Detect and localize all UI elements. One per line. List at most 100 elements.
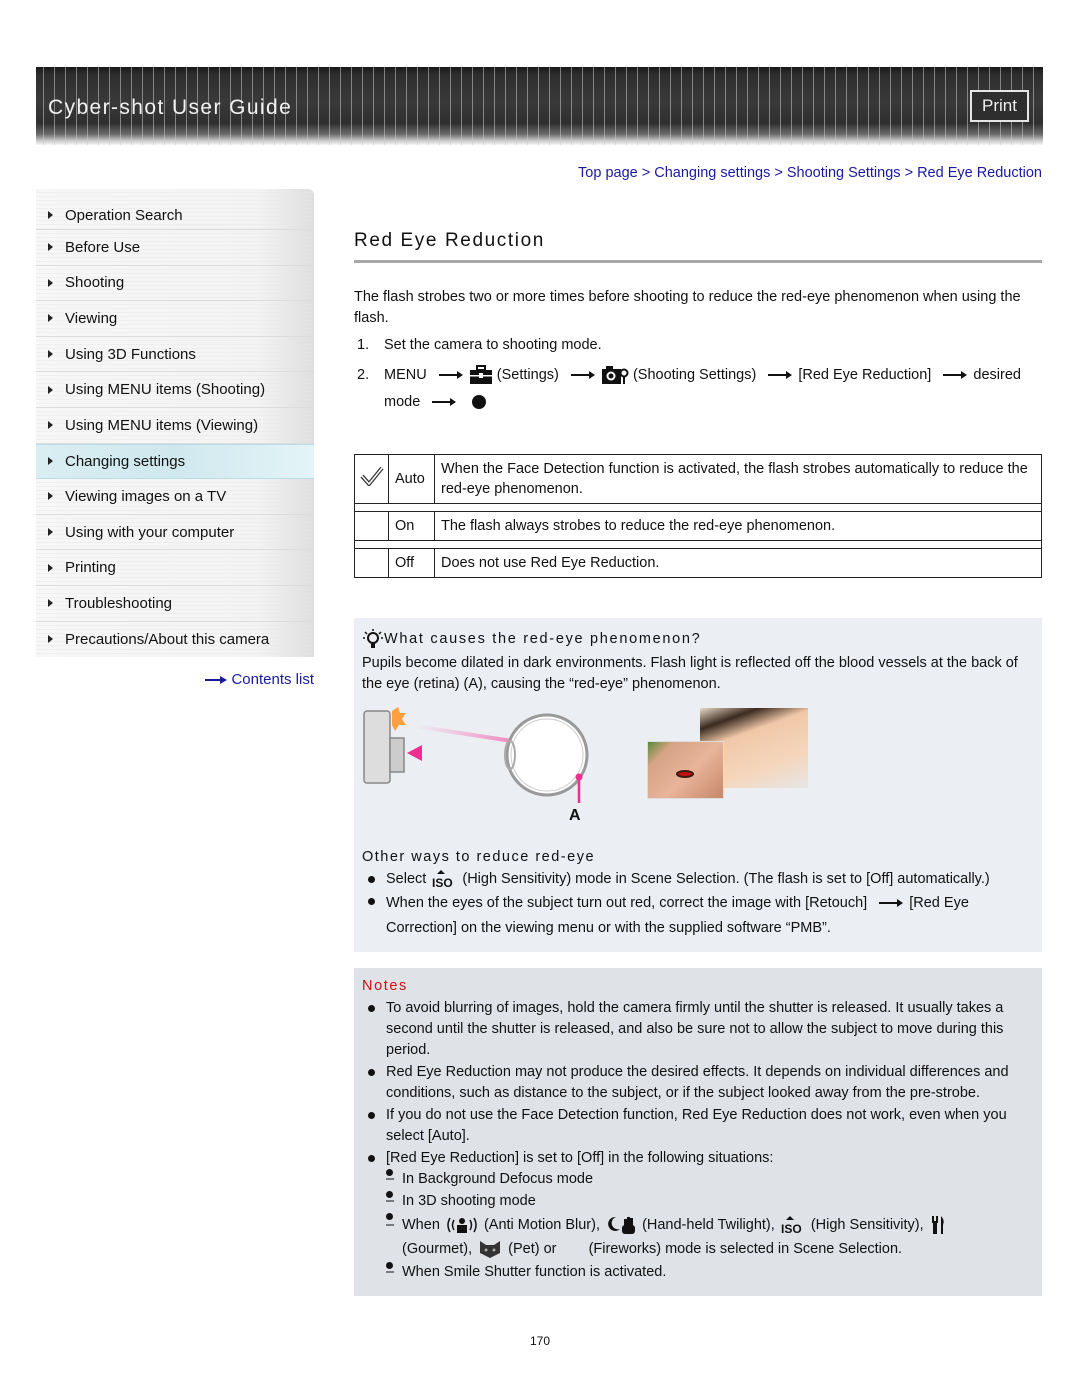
- sidebar-item-label: Shooting: [65, 274, 125, 292]
- breadcrumb-top-page[interactable]: Top page: [578, 165, 638, 181]
- camera-body-shape: [363, 710, 391, 784]
- situation-item: In 3D shooting mode: [386, 1191, 1034, 1212]
- option-name: Off: [388, 548, 435, 578]
- sidebar-item-label: Using MENU items (Shooting): [65, 381, 266, 399]
- notes-box: Notes To avoid blurring of images, hold …: [354, 968, 1042, 1296]
- off-situations-list: In Background Defocus mode In 3D shootin…: [386, 1169, 1034, 1283]
- triangle-right-icon: [48, 599, 53, 608]
- camera-lens-shape: [389, 737, 405, 773]
- svg-text:ISO: ISO: [432, 876, 453, 888]
- sidebar-nav: Operation Search Before Use Shooting Vie…: [36, 189, 314, 688]
- lightbulb-icon: [363, 629, 383, 648]
- sidebar-list: Operation Search Before Use Shooting Vie…: [36, 189, 314, 658]
- sidebar-item-shooting[interactable]: Shooting: [36, 265, 314, 302]
- triangle-right-icon: [48, 635, 53, 644]
- sidebar-item-label: Precautions/About this camera: [65, 630, 270, 648]
- page-title: Red Eye Reduction: [354, 230, 1042, 263]
- sidebar-item-label: Viewing: [65, 309, 118, 327]
- anti-motion-blur-label: (Anti Motion Blur),: [483, 1217, 600, 1233]
- when-label: When: [402, 1217, 440, 1233]
- sidebar-item-changing-settings[interactable]: Changing settings: [36, 443, 314, 480]
- note-item: To avoid blurring of images, hold the ca…: [362, 998, 1034, 1061]
- sidebar-item-label: Changing settings: [65, 452, 186, 470]
- breadcrumb: Top page > Changing settings > Shooting …: [354, 165, 1042, 181]
- sidebar-item-precautions[interactable]: Precautions/About this camera: [36, 621, 314, 658]
- row-spacer: [354, 503, 1042, 512]
- settings-label: (Settings): [496, 367, 559, 383]
- option-row-off: Off Does not use Red Eye Reduction.: [354, 548, 1042, 578]
- arrow-right-icon: [879, 899, 904, 908]
- sidebar-item-label: Using MENU items (Viewing): [65, 416, 259, 434]
- fireworks-label: (Fireworks) mode is selected in Scene Se…: [588, 1241, 903, 1257]
- breadcrumb-red-eye-reduction[interactable]: Red Eye Reduction: [917, 165, 1042, 181]
- sidebar-item-label: Using with your computer: [65, 523, 235, 541]
- intro-text: The flash strobes two or more times befo…: [354, 289, 1021, 326]
- anti-motion-blur-icon: [447, 1217, 477, 1234]
- item-text-post: (High Sensitivity) mode in Scene Selecti…: [462, 871, 990, 887]
- contents-list-link[interactable]: Contents list: [36, 671, 314, 688]
- high-sensitivity-label: (High Sensitivity),: [810, 1217, 924, 1233]
- main-content: Top page > Changing settings > Shooting …: [354, 160, 1042, 1296]
- sidebar-item-label: Troubleshooting: [65, 594, 173, 612]
- menu-label: MENU: [384, 367, 427, 383]
- triangle-right-icon: [48, 385, 53, 394]
- triangle-right-icon: [48, 243, 53, 252]
- sidebar-item-menu-viewing[interactable]: Using MENU items (Viewing): [36, 407, 314, 444]
- sidebar-item-printing[interactable]: Printing: [36, 550, 314, 586]
- settings-toolbox-icon: [469, 365, 492, 385]
- other-ways-list: Select ISO (High Sensitivity) mode in Sc…: [362, 869, 1034, 941]
- red-eye-label: [Red Eye Reduction]: [798, 367, 932, 383]
- breadcrumb-shooting-settings[interactable]: Shooting Settings: [787, 165, 901, 181]
- desired-label: desired: [973, 367, 1021, 383]
- checkmark-icon: [359, 466, 384, 486]
- steps-list: 1. Set the camera to shooting mode. 2. M…: [354, 335, 1042, 416]
- triangle-right-icon: [48, 421, 53, 430]
- red-eye-photo-closeup-front: [647, 741, 724, 799]
- triangle-right-icon: [48, 457, 53, 466]
- camera-settings-icon: [601, 366, 629, 385]
- sidebar-item-menu-shooting[interactable]: Using MENU items (Shooting): [36, 372, 314, 408]
- page-number: 170: [529, 1334, 551, 1348]
- default-check-cell: [354, 454, 389, 504]
- step-text: Set the camera to shooting mode.: [384, 337, 602, 353]
- hint-text: Pupils become dilated in dark environmen…: [362, 655, 1018, 692]
- red-eye-spot: [676, 770, 694, 778]
- sidebar-item-label: Using 3D Functions: [65, 345, 196, 363]
- print-button[interactable]: Print: [970, 90, 1029, 122]
- default-check-cell: [354, 548, 389, 578]
- sidebar-item-troubleshooting[interactable]: Troubleshooting: [36, 585, 314, 622]
- note-item: Red Eye Reduction may not produce the de…: [362, 1062, 1034, 1104]
- red-eye-figure: A: [362, 703, 1034, 845]
- flash-burst-shape: [392, 707, 406, 731]
- figure-label-a: A: [569, 807, 581, 824]
- iso-high-sensitivity-icon: ISO: [432, 870, 453, 888]
- note-item: If you do not use the Face Detection fun…: [362, 1105, 1034, 1147]
- breadcrumb-separator: >: [774, 165, 783, 181]
- contents-list-label: Contents list: [231, 671, 314, 689]
- option-row-auto: Auto When the Face Detection function is…: [354, 454, 1042, 504]
- gourmet-icon: [931, 1216, 944, 1235]
- triangle-right-icon: [48, 563, 53, 572]
- arrow-right-icon: [570, 371, 595, 380]
- hand-held-twilight-label: (Hand-held Twilight),: [642, 1217, 775, 1233]
- mode-label: mode: [384, 394, 421, 410]
- option-desc: Does not use Red Eye Reduction.: [434, 548, 1042, 578]
- sidebar-item-label: Operation Search: [65, 206, 183, 224]
- breadcrumb-changing-settings[interactable]: Changing settings: [654, 165, 770, 181]
- sidebar-item-label: Printing: [65, 559, 116, 577]
- sidebar-item-using-3d-functions[interactable]: Using 3D Functions: [36, 336, 314, 373]
- row-spacer: [354, 540, 1042, 549]
- notes-title: Notes: [362, 978, 408, 994]
- sidebar-item-using-with-computer[interactable]: Using with your computer: [36, 514, 314, 551]
- note-item-text: [Red Eye Reduction] is set to [Off] in t…: [386, 1150, 774, 1166]
- fireworks-icon: [563, 1241, 583, 1257]
- item-text-pre: Select: [386, 871, 427, 887]
- sidebar-item-label: Before Use: [65, 238, 141, 256]
- sidebar-item-operation-search[interactable]: Operation Search: [36, 189, 314, 230]
- step-1: 1. Set the camera to shooting mode.: [354, 335, 1042, 356]
- hint-title: What causes the red-eye phenomenon?: [362, 628, 1034, 650]
- sidebar-item-viewing[interactable]: Viewing: [36, 301, 314, 337]
- arrow-right-icon: [432, 398, 457, 407]
- sidebar-item-viewing-on-tv[interactable]: Viewing images on a TV: [36, 479, 314, 515]
- sidebar-item-before-use[interactable]: Before Use: [36, 230, 314, 266]
